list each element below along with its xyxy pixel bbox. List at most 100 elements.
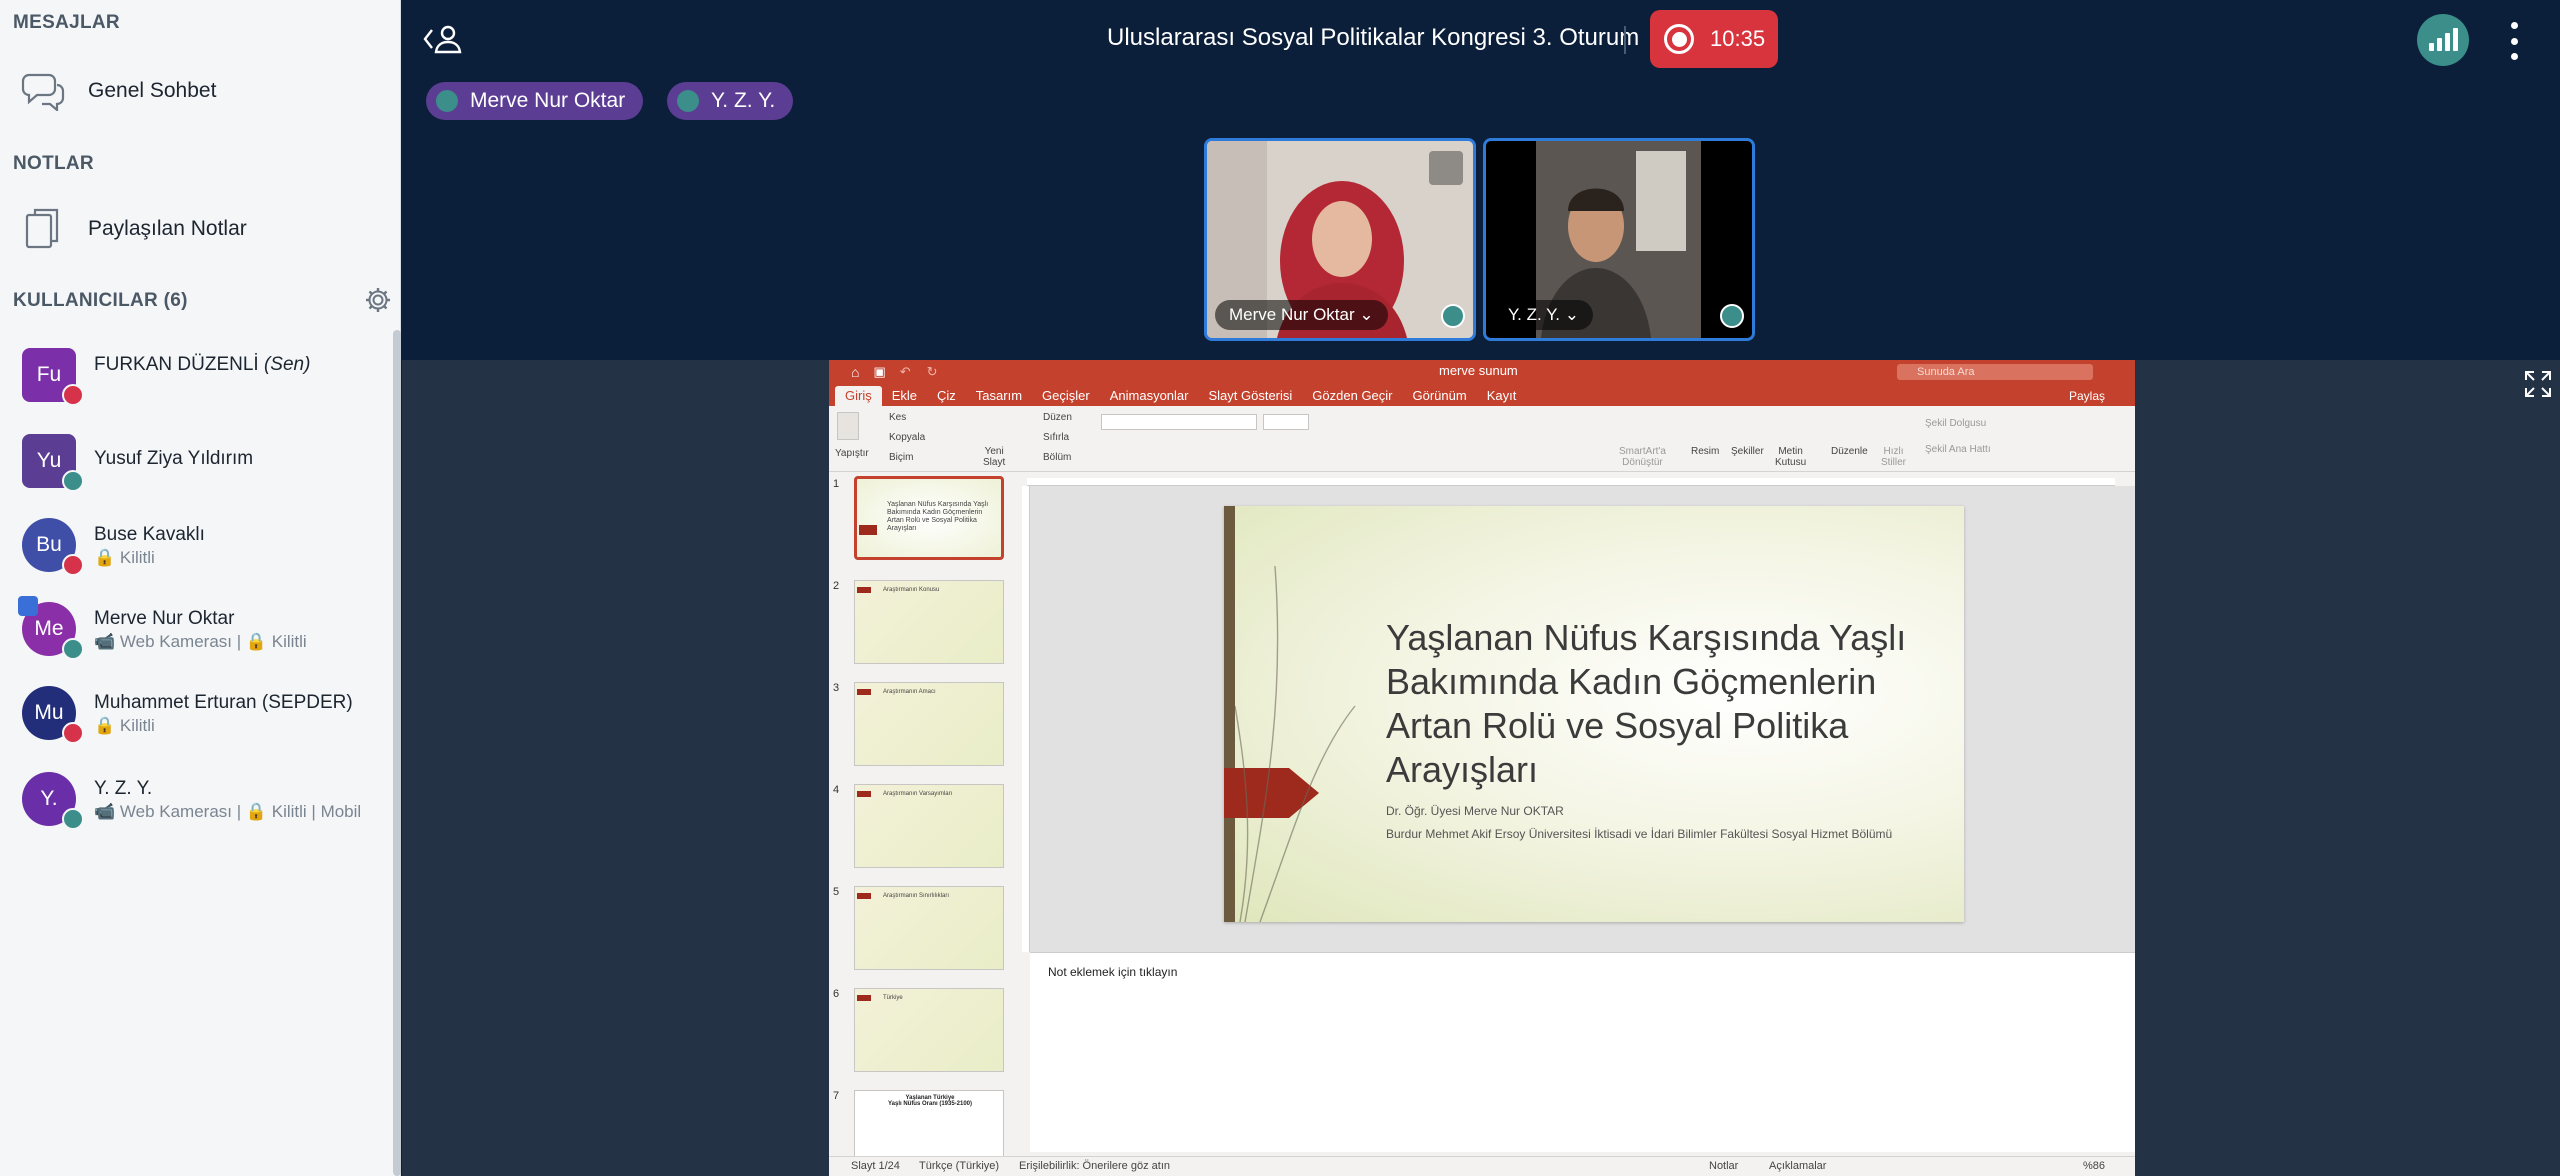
ppt-filename: merve sunum	[1439, 363, 1518, 378]
main-area: Uluslararası Sosyal Politikalar Kongresi…	[402, 0, 2560, 1176]
user-name: Muhammet Erturan (SEPDER)	[94, 692, 353, 713]
slide-number: 7	[833, 1090, 840, 1102]
expand-icon[interactable]	[1708, 151, 1742, 185]
vertical-ruler	[1022, 486, 1030, 952]
user-name: Yusuf Ziya Yıldırım	[94, 448, 254, 469]
listen-icon	[62, 470, 84, 492]
ppt-titlebar: ⌂ ▣ ↶ ↻ merve sunum Sunuda Ara	[829, 360, 2135, 384]
mic-muted-icon	[62, 554, 84, 576]
video-label[interactable]: Merve Nur Oktar ⌄	[1215, 300, 1388, 330]
home-icon: ⌂	[851, 364, 860, 380]
slide-title: Yaşlanan Nüfus Karşısında Yaşlı Bakımınd…	[1386, 617, 1907, 790]
expand-icon[interactable]	[1429, 151, 1463, 185]
user-list-item[interactable]: Mu Muhammet Erturan (SEPDER) 🔒 Kilitli	[22, 684, 382, 744]
recording-button[interactable]: 10:35	[1650, 10, 1778, 68]
save-icon: ▣	[873, 364, 886, 379]
gear-icon[interactable]	[364, 286, 392, 314]
mic-muted-icon	[62, 384, 84, 406]
notes-placeholder: Not eklemek için tıklayın	[1048, 965, 1178, 979]
talking-indicator[interactable]: Merve Nur Oktar	[426, 82, 644, 120]
mic-icon	[436, 90, 458, 112]
slide-number: 2	[833, 580, 840, 592]
ppt-tab: Kayıt	[1486, 388, 1517, 403]
ppt-tab: Ekle	[891, 388, 918, 403]
user-list-item[interactable]: Y. Y. Z. Y. 📹 Web Kamerası | 🔒 Kilitli |…	[22, 770, 382, 830]
slide-number: 6	[833, 988, 840, 1000]
thumb-title: Araştırmanın Amacı	[883, 689, 936, 695]
notes-icon	[18, 204, 68, 254]
presentation-area: ⌂ ▣ ↶ ↻ merve sunum Sunuda Ara Giriş Ekl…	[402, 360, 2560, 1176]
slide-number: 4	[833, 784, 840, 796]
ribbon-label: Yapıştır	[835, 448, 869, 459]
meeting-title: Uluslararası Sosyal Politikalar Kongresi…	[1107, 24, 1640, 51]
mic-icon	[1720, 304, 1744, 328]
slide-number: 1	[833, 478, 840, 490]
user-status: 📹 Web Kamerası | 🔒 Kilitli | Mobil	[94, 802, 362, 821]
user-list-item[interactable]: Bu Buse Kavaklı 🔒 Kilitli	[22, 516, 382, 576]
ribbon-label: Kes	[889, 412, 907, 423]
mic-icon	[1441, 304, 1465, 328]
presenter-icon	[18, 596, 38, 616]
ppt-tab: Tasarım	[975, 388, 1023, 403]
status-notes: Notlar	[1709, 1160, 1739, 1172]
messages-header: MESAJLAR	[13, 12, 120, 33]
ribbon-label: Bölüm	[1043, 452, 1072, 463]
avatar-initials: Yu	[36, 449, 62, 472]
slide-thumbnail: Araştırmanın Varsayımları	[854, 784, 1004, 868]
thumb-title: Türkiye	[883, 995, 903, 1001]
mic-icon	[677, 90, 699, 112]
top-bar: Uluslararası Sosyal Politikalar Kongresi…	[402, 0, 2560, 360]
screenshare-powerpoint: ⌂ ▣ ↶ ↻ merve sunum Sunuda Ara Giriş Ekl…	[829, 360, 2135, 1176]
user-list-item[interactable]: Fu FURKAN DÜZENLİ (Sen)	[22, 346, 382, 406]
fullscreen-icon[interactable]	[2524, 370, 2552, 398]
user-list-item[interactable]: Yu Yusuf Ziya Yıldırım	[22, 432, 382, 492]
talker-name: Y. Z. Y.	[711, 89, 776, 112]
user-status: 🔒 Kilitli	[94, 548, 155, 567]
video-tile[interactable]: Y. Z. Y. ⌄	[1483, 138, 1755, 341]
ppt-share: Paylaş	[2068, 389, 2105, 403]
connection-status-button[interactable]	[2417, 14, 2469, 66]
user-list-item[interactable]: Me Merve Nur Oktar 📹 Web Kamerası | 🔒 Ki…	[18, 596, 382, 660]
user-status: 📹 Web Kamerası | 🔒 Kilitli	[94, 632, 307, 651]
divider	[1624, 26, 1626, 54]
ribbon-label: Kopyala	[889, 432, 926, 443]
video-label[interactable]: Y. Z. Y. ⌄	[1494, 300, 1593, 330]
mic-talking-icon	[62, 638, 84, 660]
more-options-icon[interactable]	[2509, 22, 2519, 60]
mic-muted-icon	[62, 722, 84, 744]
slide-accent-bar	[1224, 506, 1235, 922]
self-tag: (Sen)	[263, 354, 311, 375]
slide-number: 5	[833, 886, 840, 898]
users-header: KULLANICILAR (6)	[13, 290, 188, 311]
public-chat-item[interactable]: Genel Sohbet	[18, 66, 216, 116]
avatar-initials: Mu	[34, 701, 64, 724]
current-slide: Yaşlanan Nüfus Karşısında Yaşlı Bakımınd…	[1224, 506, 1964, 922]
shared-notes-item[interactable]: Paylaşılan Notlar	[18, 204, 247, 254]
recording-time: 10:35	[1710, 26, 1766, 51]
font-select	[1101, 414, 1257, 430]
status-accessibility: Erişilebilirlik: Önerilere göz atın	[1019, 1160, 1170, 1172]
thumb-title: Yaşlanan Nüfus Karşısında Yaşlı Bakımınd…	[887, 501, 989, 532]
video-tile[interactable]: Merve Nur Oktar ⌄	[1204, 138, 1476, 341]
sidebar-scrollbar[interactable]	[393, 330, 401, 1176]
ribbon-label: Şekil Dolgusu	[1925, 418, 1987, 429]
thumb-title: Araştırmanın Sınırlılıkları	[883, 893, 950, 899]
thumb-title: Araştırmanın Varsayımları	[883, 791, 953, 797]
toggle-userlist-button[interactable]	[422, 22, 462, 58]
slide-thumbnail: Türkiye	[854, 988, 1004, 1072]
ppt-tab: Animasyonlar	[1109, 388, 1189, 403]
slide-editor: Yaşlanan Nüfus Karşısında Yaşlı Bakımınd…	[1030, 486, 2135, 952]
chat-icon	[18, 66, 68, 116]
ppt-ribbon: Yapıştır Kes Kopyala Biçim Yeni Slayt Dü…	[829, 406, 2135, 472]
ribbon-label: Hızlı Stiller	[1881, 446, 1907, 468]
slide-thumbnails: 1 Yaşlanan Nüfus Karşısında Yaşlı Bakımı…	[829, 472, 1016, 1174]
avatar-initials: Y.	[40, 787, 58, 810]
talking-indicator[interactable]: Y. Z. Y.	[667, 82, 794, 120]
status-language: Türkçe (Türkiye)	[919, 1160, 1000, 1172]
font-size-select	[1263, 414, 1309, 430]
ribbon-label: Metin Kutusu	[1775, 446, 1807, 468]
user-name: Y. Z. Y.	[94, 778, 153, 799]
ribbon-label: Düzenle	[1831, 446, 1868, 457]
ppt-tab: Giriş	[835, 386, 882, 406]
undo-icon: ↶	[899, 364, 911, 379]
